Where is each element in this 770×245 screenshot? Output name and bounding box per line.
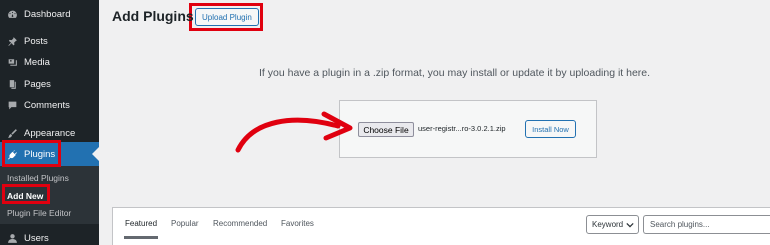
user-icon	[6, 232, 18, 244]
upload-plugin-button[interactable]: Upload Plugin	[195, 8, 259, 26]
chevron-down-icon	[626, 222, 634, 228]
highlight-plugins	[2, 140, 61, 167]
page-title: Add Plugins	[112, 8, 194, 24]
menu-item-comments[interactable]: Comments	[0, 93, 99, 117]
dashboard-icon	[6, 8, 18, 20]
menu-label: Dashboard	[24, 8, 71, 20]
choose-file-button[interactable]: Choose File	[358, 122, 414, 137]
annotation-arrow-icon	[235, 111, 353, 153]
tab-recommended[interactable]: Recommended	[213, 219, 267, 228]
menu-label: Comments	[24, 99, 70, 111]
menu-item-dashboard[interactable]: Dashboard	[0, 2, 99, 26]
search-type-value: Keyword	[592, 220, 624, 229]
pushpin-icon	[6, 35, 18, 47]
install-now-button[interactable]: Install Now	[525, 120, 576, 138]
tab-favorites[interactable]: Favorites	[281, 219, 314, 228]
active-tab-indicator	[124, 236, 158, 239]
submenu-plugin-file-editor[interactable]: Plugin File Editor	[7, 208, 71, 218]
menu-label: Media	[24, 56, 50, 68]
media-icon	[6, 56, 18, 68]
search-plugins-input[interactable]	[643, 215, 770, 234]
menu-label: Users	[24, 232, 49, 244]
pages-icon	[6, 78, 18, 90]
submenu-installed-plugins[interactable]: Installed Plugins	[7, 173, 69, 183]
comment-icon	[6, 99, 18, 111]
tab-featured[interactable]: Featured	[125, 219, 157, 228]
active-menu-arrow	[92, 147, 99, 161]
brush-icon	[6, 127, 18, 139]
menu-label: Posts	[24, 35, 48, 47]
tab-popular[interactable]: Popular	[171, 219, 199, 228]
menu-item-users[interactable]: Users	[0, 226, 99, 245]
upload-description: If you have a plugin in a .zip format, y…	[259, 67, 651, 79]
menu-item-media[interactable]: Media	[0, 50, 99, 74]
menu-label: Appearance	[24, 127, 76, 139]
search-type-select[interactable]: Keyword	[586, 215, 639, 234]
admin-sidebar: Dashboard Posts Media Pages Comments App…	[0, 0, 99, 245]
menu-label: Pages	[24, 78, 51, 90]
selected-file-name: user-registr...ro-3.0.2.1.zip	[418, 124, 506, 133]
highlight-add-new	[2, 184, 50, 204]
